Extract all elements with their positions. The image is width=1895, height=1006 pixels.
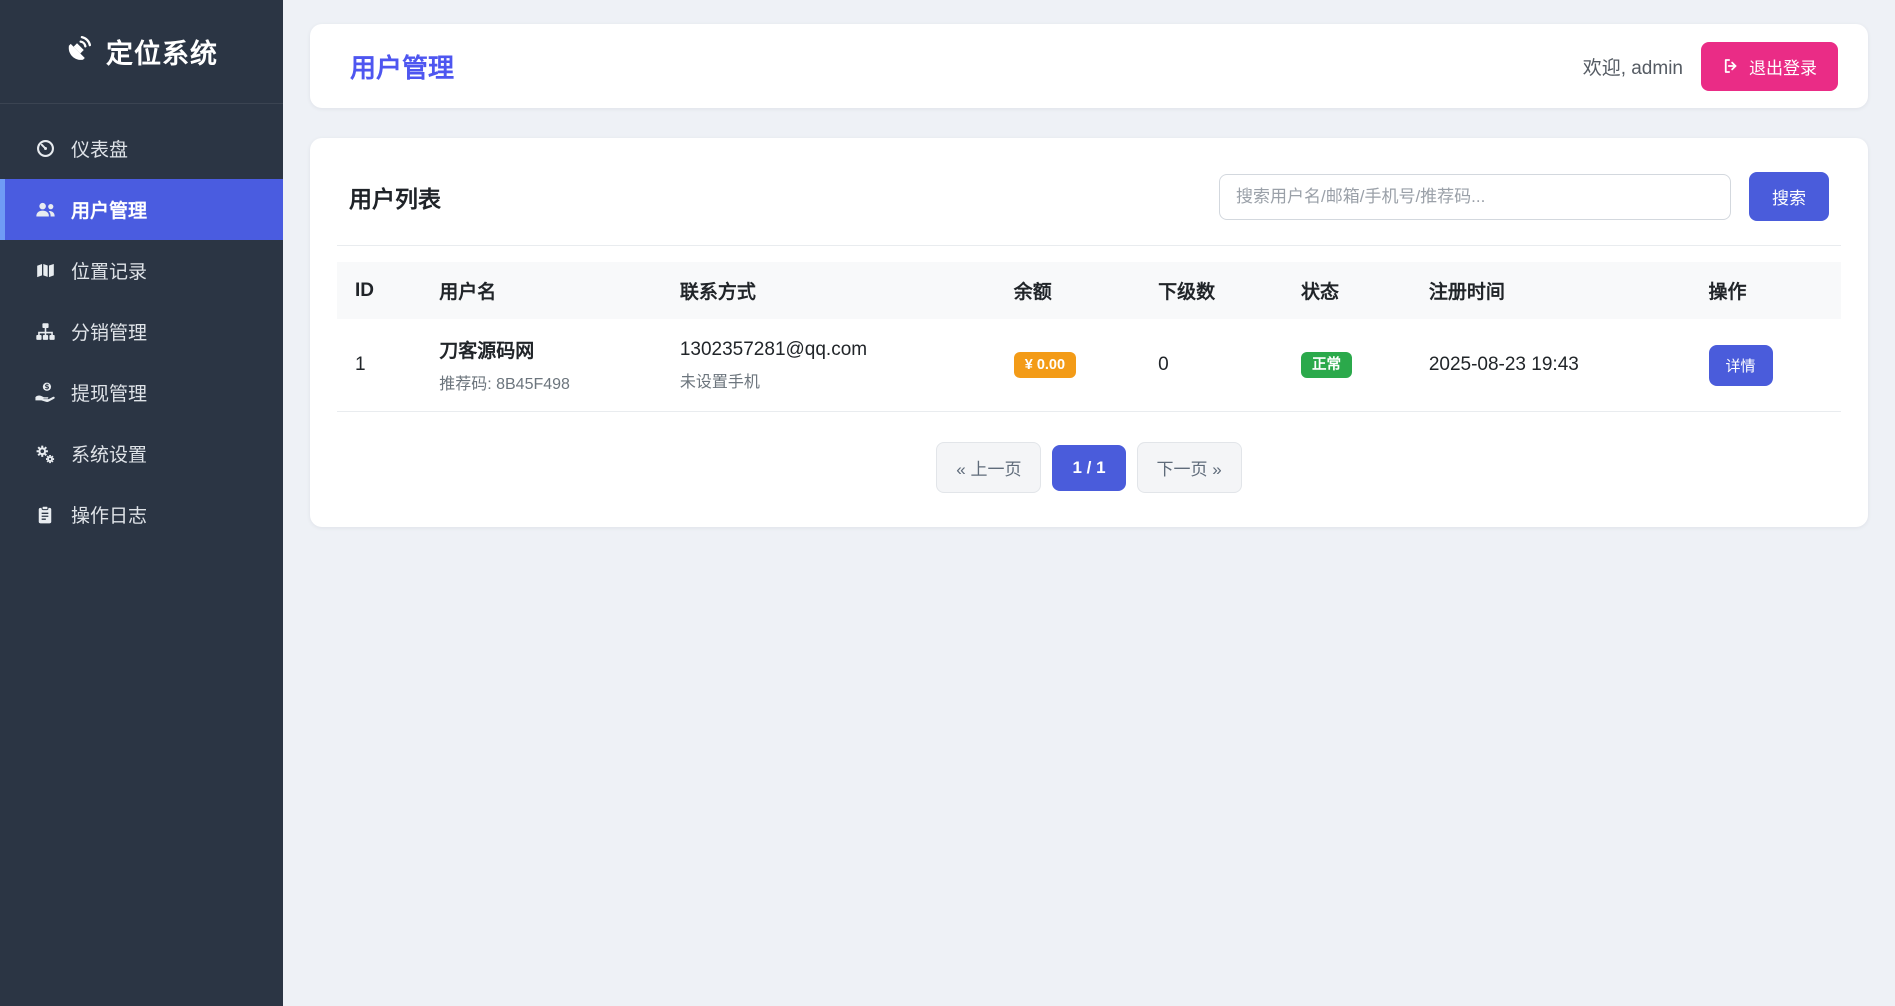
cell-username: 刀客源码网 推荐码: 8B45F498 [421,319,662,412]
next-page-button[interactable]: 下一页 » [1137,442,1242,493]
topbar: 用户管理 欢迎, admin 退出登录 [310,24,1868,108]
ref-code-text: 推荐码: 8B45F498 [439,370,644,394]
sidebar-item-label: 系统设置 [71,440,147,467]
sidebar-item-logs[interactable]: 操作日志 [0,484,283,545]
main-area: 用户管理 欢迎, admin 退出登录 用户列表 搜索 [283,0,1895,1006]
user-table: ID 用户名 联系方式 余额 下级数 状态 注册时间 操作 1 刀客源码网 [337,262,1841,412]
page-title: 用户管理 [350,48,454,85]
cell-balance: ¥ 0.00 [996,319,1140,412]
table-row: 1 刀客源码网 推荐码: 8B45F498 1302357281@qq.com … [337,319,1841,412]
sidebar-item-settings[interactable]: 系统设置 [0,423,283,484]
col-header-status: 状态 [1283,262,1411,319]
prev-page-button[interactable]: « 上一页 [936,442,1041,493]
cell-registered: 2025-08-23 19:43 [1411,319,1691,412]
cell-id: 1 [337,319,421,412]
search-input[interactable] [1219,174,1731,220]
sidebar-item-label: 分销管理 [71,318,147,345]
sitemap-icon [33,321,57,342]
cell-status: 正常 [1283,319,1411,412]
current-page-indicator: 1 / 1 [1052,445,1125,491]
cell-actions: 详情 [1691,319,1841,412]
list-title: 用户列表 [349,180,441,214]
col-header-actions: 操作 [1691,262,1841,319]
search-area: 搜索 [1219,172,1829,221]
cell-contact: 1302357281@qq.com 未设置手机 [662,319,996,412]
pagination: « 上一页 1 / 1 下一页 » [337,442,1841,493]
email-text: 1302357281@qq.com [680,339,978,361]
col-header-username: 用户名 [421,262,662,319]
dashboard-icon [33,138,57,159]
sidebar: 定位系统 仪表盘 用户管理 [0,0,283,1006]
settings-icon [33,443,57,465]
search-button[interactable]: 搜索 [1749,172,1829,221]
col-header-subordinates: 下级数 [1140,262,1283,319]
sign-out-icon [1722,57,1740,75]
topbar-right: 欢迎, admin 退出登录 [1583,42,1838,91]
list-card-header: 用户列表 搜索 [337,166,1841,245]
sidebar-item-distribution[interactable]: 分销管理 [0,301,283,362]
app-logo: 定位系统 [0,0,283,104]
sidebar-item-dashboard[interactable]: 仪表盘 [0,118,283,179]
sidebar-item-label: 仪表盘 [71,135,128,162]
sidebar-item-label: 操作日志 [71,501,147,528]
logout-button[interactable]: 退出登录 [1701,42,1838,91]
satellite-dish-icon [65,35,92,69]
username-text: 刀客源码网 [439,336,644,363]
status-badge: 正常 [1301,352,1352,379]
sidebar-item-withdrawals[interactable]: $ 提现管理 [0,362,283,423]
user-list-card: 用户列表 搜索 ID 用户名 联系方式 余额 下级数 [310,138,1868,527]
col-header-registered: 注册时间 [1411,262,1691,319]
map-icon [33,260,57,281]
cell-subordinates: 0 [1140,319,1283,412]
phone-text: 未设置手机 [680,368,978,392]
table-header-row: ID 用户名 联系方式 余额 下级数 状态 注册时间 操作 [337,262,1841,319]
users-icon [33,198,57,221]
col-header-balance: 余额 [996,262,1140,319]
sidebar-item-locations[interactable]: 位置记录 [0,240,283,301]
app-title: 定位系统 [106,32,218,71]
balance-badge: ¥ 0.00 [1014,352,1076,379]
withdraw-icon: $ [33,381,57,404]
sidebar-menu: 仪表盘 用户管理 位置记录 [0,104,283,545]
log-icon [33,505,57,525]
detail-button[interactable]: 详情 [1709,345,1773,386]
logout-label: 退出登录 [1749,54,1817,79]
col-header-contact: 联系方式 [662,262,996,319]
col-header-id: ID [337,262,421,319]
sidebar-item-label: 提现管理 [71,379,147,406]
welcome-text: 欢迎, admin [1583,53,1683,80]
sidebar-item-users[interactable]: 用户管理 [0,179,283,240]
sidebar-item-label: 用户管理 [71,196,147,223]
svg-text:$: $ [44,382,49,391]
sidebar-item-label: 位置记录 [71,257,147,284]
user-table-wrap: ID 用户名 联系方式 余额 下级数 状态 注册时间 操作 1 刀客源码网 [337,245,1841,493]
